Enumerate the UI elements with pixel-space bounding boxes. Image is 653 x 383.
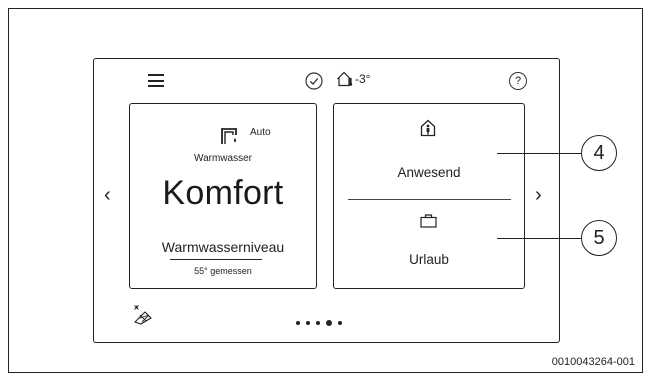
chevron-left-icon[interactable]: ‹ bbox=[104, 184, 111, 207]
page-indicator[interactable] bbox=[296, 320, 342, 326]
menu-icon[interactable] bbox=[148, 74, 164, 87]
home-person-icon[interactable] bbox=[420, 119, 436, 137]
page-dot-active[interactable] bbox=[326, 320, 332, 326]
page-dot[interactable] bbox=[306, 321, 310, 325]
callout-4: 4 bbox=[581, 135, 617, 171]
callout-4-leader bbox=[497, 153, 581, 154]
outdoor-temperature[interactable]: -3° bbox=[336, 71, 370, 87]
suitcase-icon[interactable] bbox=[420, 214, 437, 228]
temperature-value: -3° bbox=[355, 72, 371, 86]
callout-5: 5 bbox=[581, 220, 617, 256]
hot-water-subtitle: Warmwasserniveau bbox=[161, 239, 285, 255]
chevron-right-icon[interactable]: › bbox=[535, 184, 542, 207]
help-icon[interactable]: ? bbox=[509, 72, 527, 90]
callout-5-leader bbox=[497, 238, 581, 239]
checkmark-circle-icon[interactable] bbox=[305, 72, 323, 90]
hot-water-level: Komfort bbox=[162, 174, 284, 212]
hot-water-tap-icon bbox=[221, 128, 237, 144]
present-button[interactable]: Anwesend bbox=[333, 165, 525, 180]
holiday-button[interactable]: Urlaub bbox=[333, 252, 525, 267]
hot-water-mode-label: Auto bbox=[250, 127, 271, 138]
subtitle-divider bbox=[170, 259, 262, 260]
hot-water-title: Warmwasser bbox=[194, 153, 252, 164]
tile-divider bbox=[348, 199, 511, 200]
figure-caption: 0010043264-001 bbox=[551, 356, 635, 368]
page-dot[interactable] bbox=[316, 321, 320, 325]
page-dot[interactable] bbox=[338, 321, 342, 325]
house-thermometer-icon bbox=[337, 71, 353, 87]
page-dot[interactable] bbox=[296, 321, 300, 325]
solar-panel-icon[interactable] bbox=[132, 303, 154, 325]
measured-temperature: 55° gemessen bbox=[194, 266, 252, 276]
